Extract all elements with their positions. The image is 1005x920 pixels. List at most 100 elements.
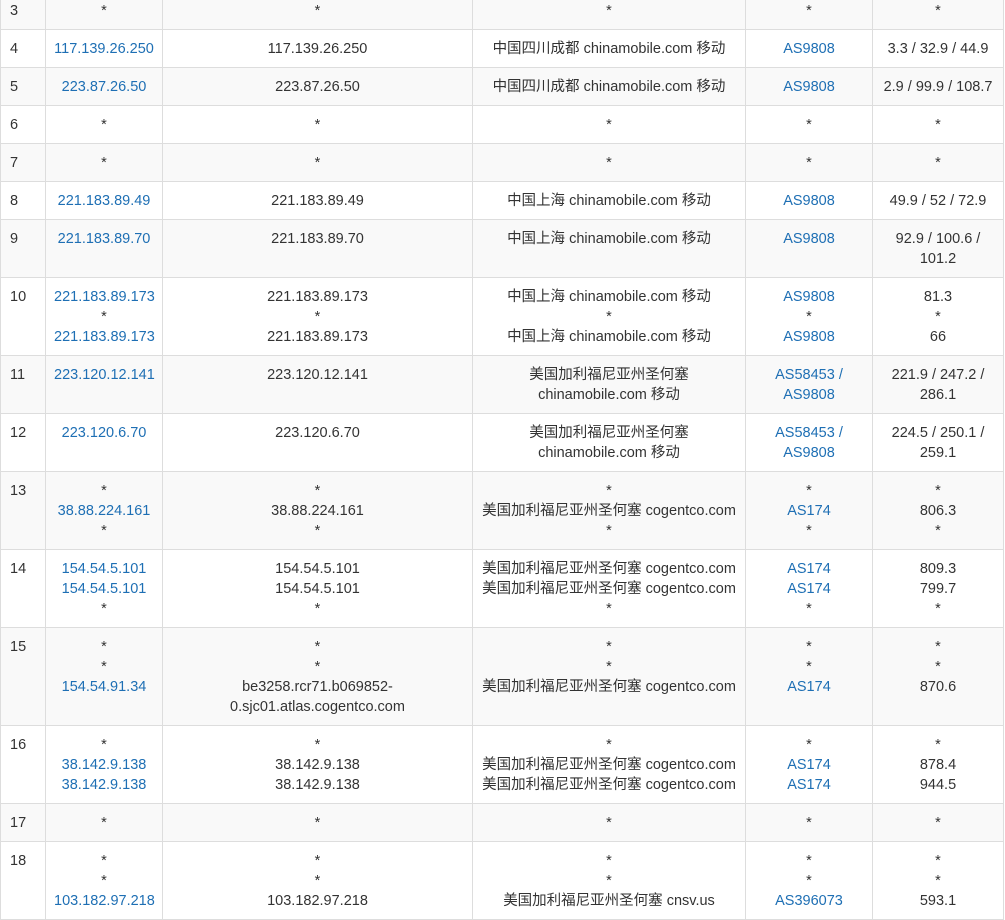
- host-value: 38.142.9.138: [275, 777, 360, 793]
- ip-link[interactable]: 223.87.26.50: [54, 77, 154, 97]
- asn-cell: AS9808: [745, 67, 873, 106]
- hostname-cell: * 38.142.9.138 38.142.9.138: [162, 725, 473, 804]
- asn-value: *: [806, 3, 812, 19]
- lat-value: 593.1: [919, 893, 957, 909]
- hostname-cell: 221.183.89.49: [162, 181, 473, 220]
- lat-value: 2.9 / 99.9 / 108.7: [883, 79, 993, 95]
- ip-link[interactable]: 117.139.26.250: [54, 39, 154, 59]
- asn-link[interactable]: AS9808: [754, 229, 864, 249]
- latency-cell: *: [872, 0, 1004, 30]
- lat-value: 92.9 / 100.6 / 101.2: [895, 231, 981, 267]
- latency-cell: 2.9 / 99.9 / 108.7: [872, 67, 1004, 106]
- lat-value: *: [935, 853, 941, 869]
- host-value: 221.183.89.49: [271, 193, 364, 209]
- asn-link[interactable]: AS9808: [754, 287, 864, 307]
- hostname-cell: 223.120.12.141: [162, 355, 473, 414]
- asn-value: *: [806, 873, 812, 889]
- asn-link[interactable]: AS58453 / AS9808: [754, 423, 864, 463]
- asn-link[interactable]: AS174: [754, 677, 864, 697]
- ip-link[interactable]: 154.54.91.34: [54, 677, 154, 697]
- loc-value: *: [606, 659, 612, 675]
- lat-value: *: [935, 117, 941, 133]
- ip-link[interactable]: 154.54.5.101: [54, 579, 154, 599]
- ip-cell: 223.120.6.70: [45, 413, 163, 472]
- hop-number: 10: [0, 277, 46, 356]
- asn-value: *: [806, 659, 812, 675]
- asn-value: *: [806, 601, 812, 617]
- hop-number: 14: [0, 549, 46, 628]
- asn-value: *: [806, 523, 812, 539]
- ip-link[interactable]: 223.120.12.141: [54, 365, 155, 385]
- latency-cell: 81.3 * 66: [872, 277, 1004, 356]
- loc-value: 中国上海 chinamobile.com 移动: [507, 329, 711, 345]
- asn-link[interactable]: AS174: [754, 755, 864, 775]
- ip-link[interactable]: 223.120.6.70: [54, 423, 154, 443]
- asn-cell: * AS174 *: [745, 471, 873, 550]
- location-cell: 美国加利福尼亚州圣何塞 chinamobile.com 移动: [472, 355, 746, 414]
- ip-link[interactable]: 154.54.5.101: [54, 559, 154, 579]
- ip-link[interactable]: 103.182.97.218: [54, 891, 155, 911]
- ip-link[interactable]: 221.183.89.173: [54, 327, 155, 347]
- asn-link[interactable]: AS174: [754, 501, 864, 521]
- asn-link[interactable]: AS9808: [754, 39, 864, 59]
- location-cell: * * 美国加利福尼亚州圣何塞 cogentco.com: [472, 627, 746, 726]
- ip-value: *: [101, 815, 107, 831]
- loc-value: *: [606, 737, 612, 753]
- host-value: 223.120.12.141: [267, 367, 368, 383]
- asn-cell: AS58453 / AS9808: [745, 413, 873, 472]
- ip-cell: 223.120.12.141: [45, 355, 163, 414]
- asn-cell: *: [745, 143, 873, 182]
- hop-number: 18: [0, 841, 46, 920]
- lat-value: *: [935, 737, 941, 753]
- hop-number: 7: [0, 143, 46, 182]
- location-cell: *: [472, 803, 746, 842]
- latency-cell: * 878.4 944.5: [872, 725, 1004, 804]
- lat-value: *: [935, 155, 941, 171]
- hostname-cell: *: [162, 0, 473, 30]
- host-value: 38.88.224.161: [271, 503, 364, 519]
- lat-value: *: [935, 483, 941, 499]
- hop-number: 6: [0, 105, 46, 144]
- table-row: 12 223.120.6.70 223.120.6.70 美国加利福尼亚州圣何塞 ch…: [0, 413, 1004, 472]
- latency-cell: * 806.3 *: [872, 471, 1004, 550]
- lat-value: 49.9 / 52 / 72.9: [889, 193, 987, 209]
- ip-link[interactable]: 38.88.224.161: [54, 501, 154, 521]
- latency-cell: *: [872, 803, 1004, 842]
- table-row: 7 * * * * *: [0, 143, 1004, 182]
- ip-link[interactable]: 221.183.89.173: [54, 287, 155, 307]
- lat-value: *: [935, 873, 941, 889]
- asn-link[interactable]: AS396073: [754, 891, 864, 911]
- table-row: 3 * * * * *: [0, 0, 1004, 30]
- hop-number: 17: [0, 803, 46, 842]
- table-row: 15 * * 154.54.91.34 * * be3258.rcr71.b069852-0…: [0, 627, 1004, 726]
- ip-link[interactable]: 221.183.89.70: [54, 229, 154, 249]
- asn-link[interactable]: AS174: [754, 579, 864, 599]
- asn-link[interactable]: AS9808: [754, 77, 864, 97]
- ip-cell: *: [45, 143, 163, 182]
- asn-link[interactable]: AS9808: [754, 191, 864, 211]
- location-cell: 中国上海 chinamobile.com 移动: [472, 181, 746, 220]
- lat-value: *: [935, 639, 941, 655]
- location-cell: * 美国加利福尼亚州圣何塞 cogentco.com *: [472, 471, 746, 550]
- asn-cell: *: [745, 0, 873, 30]
- hop-number: 5: [0, 67, 46, 106]
- ip-cell: 223.87.26.50: [45, 67, 163, 106]
- hostname-cell: *: [162, 803, 473, 842]
- host-value: *: [314, 483, 321, 499]
- latency-cell: *: [872, 105, 1004, 144]
- asn-link[interactable]: AS174: [754, 775, 864, 795]
- asn-link[interactable]: AS58453 / AS9808: [754, 365, 864, 405]
- asn-cell: * * AS396073: [745, 841, 873, 920]
- asn-link[interactable]: AS174: [754, 559, 864, 579]
- lat-value: 799.7: [919, 581, 957, 597]
- ip-link[interactable]: 221.183.89.49: [54, 191, 154, 211]
- ip-link[interactable]: 38.142.9.138: [54, 755, 154, 775]
- ip-cell: *: [45, 0, 163, 30]
- hop-number: 8: [0, 181, 46, 220]
- ip-value: *: [101, 659, 107, 675]
- host-value: 117.139.26.250: [267, 41, 368, 57]
- hostname-cell: 221.183.89.70: [162, 219, 473, 278]
- ip-link[interactable]: 38.142.9.138: [54, 775, 154, 795]
- asn-link[interactable]: AS9808: [754, 327, 864, 347]
- hop-number: 16: [0, 725, 46, 804]
